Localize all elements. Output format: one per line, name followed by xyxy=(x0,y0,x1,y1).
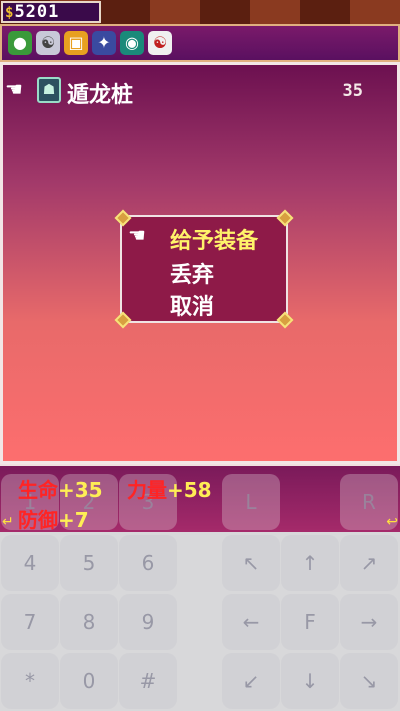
down-key[interactable]: ↓ xyxy=(281,653,339,709)
money-display: $5201 xyxy=(1,1,101,23)
menu-pointer-hand-icon: ☚ xyxy=(128,223,146,247)
key-l[interactable]: L xyxy=(222,474,280,530)
chest-icon[interactable]: ▣ xyxy=(64,31,88,55)
key-6[interactable]: 6 xyxy=(119,535,177,591)
key-8[interactable]: 8 xyxy=(60,594,118,650)
dragon-icon[interactable]: ☯ xyxy=(36,31,60,55)
up-key[interactable]: ↑ xyxy=(281,535,339,591)
back-arrow-icon: ↵ xyxy=(2,514,14,530)
pointer-hand-icon: ☚ xyxy=(5,77,23,101)
up-left-key[interactable]: ↖ xyxy=(222,535,280,591)
strength-bonus: 力量+58 xyxy=(127,478,212,502)
key-7[interactable]: 7 xyxy=(1,594,59,650)
item-row[interactable]: ☚ ☗ 遁龙桩 35 xyxy=(3,75,397,109)
item-action-menu: ☚ 给予装备 丢弃 取消 xyxy=(114,209,294,329)
virtual-keypad: 4 5 6 ↖ ↑ ↗ 7 8 9 ← F → * 0 # ↙ ↓ ↘ xyxy=(0,532,400,711)
key-5[interactable]: 5 xyxy=(60,535,118,591)
up-right-key[interactable]: ↗ xyxy=(340,535,398,591)
menu-corner-ornament xyxy=(276,209,294,227)
right-key[interactable]: → xyxy=(340,594,398,650)
star-key[interactable]: * xyxy=(1,653,59,709)
stat-bonus-strip: 1 2 3 L R 生命+35 力量+58 防御+7 ↵ ↩ xyxy=(0,464,400,532)
cancel-option[interactable]: 取消 xyxy=(170,289,214,321)
key-9[interactable]: 9 xyxy=(119,594,177,650)
gourd-icon[interactable]: ● xyxy=(8,31,32,55)
key-4[interactable]: 4 xyxy=(1,535,59,591)
item-name: 遁龙桩 xyxy=(67,83,134,108)
key-0[interactable]: 0 xyxy=(60,653,118,709)
inventory-panel: ☚ ☗ 遁龙桩 35 ☚ 给予装备 丢弃 取消 xyxy=(0,62,400,464)
defense-bonus: 防御+7 xyxy=(18,508,89,532)
forward-arrow-icon: ↩ xyxy=(386,514,398,530)
hp-bonus: 生命+35 xyxy=(18,478,103,502)
left-key[interactable]: ← xyxy=(222,594,280,650)
yinyang-icon[interactable]: ☯ xyxy=(148,31,172,55)
give-equip-option[interactable]: 给予装备 xyxy=(170,223,258,255)
money-value: 5201 xyxy=(14,2,60,22)
down-left-key[interactable]: ↙ xyxy=(222,653,280,709)
item-icon: ☗ xyxy=(37,77,61,103)
menu-corner-ornament xyxy=(276,311,294,329)
hash-key[interactable]: # xyxy=(119,653,177,709)
fire-key[interactable]: F xyxy=(281,594,339,650)
item-category-bar: ● ☯ ▣ ✦ ◉ ☯ xyxy=(0,24,400,62)
down-right-key[interactable]: ↘ xyxy=(340,653,398,709)
menu-corner-ornament xyxy=(114,311,132,329)
top-bar: $5201 xyxy=(0,0,400,24)
item-count: 35 xyxy=(342,81,363,101)
orb-icon[interactable]: ◉ xyxy=(120,31,144,55)
armor-icon[interactable]: ✦ xyxy=(92,31,116,55)
discard-option[interactable]: 丢弃 xyxy=(170,257,214,289)
